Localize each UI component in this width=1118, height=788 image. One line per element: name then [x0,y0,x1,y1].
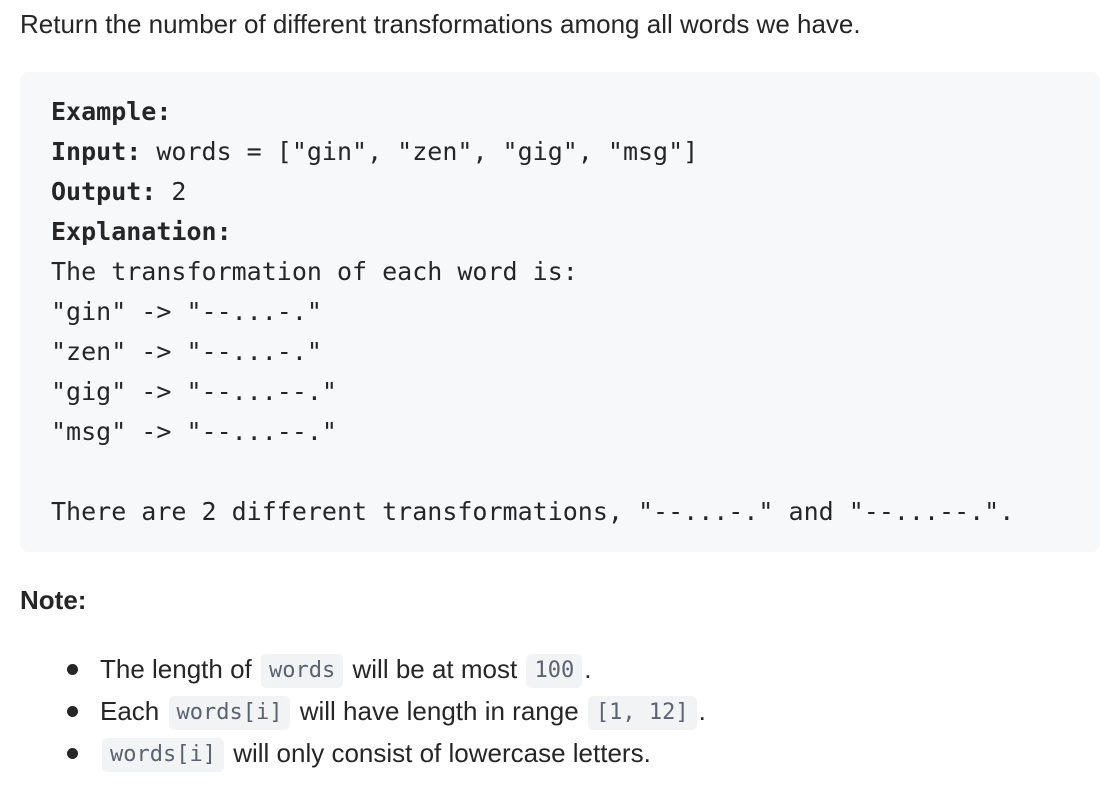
input-label: Input: [51,137,142,166]
bullet-icon [67,706,78,717]
inline-code-words-i: words[i] [168,696,291,730]
explanation-label: Explanation: [51,217,232,246]
inline-code-range: [1, 12] [587,696,697,730]
example-input-line: Input: words = ["gin", "zen", "gig", "ms… [51,132,1100,172]
note-heading: Note: [20,585,87,615]
note-item-word-range: Each words[i] will have length in range … [0,690,1100,732]
explanation-line: "gin" -> "--...-." [51,297,322,326]
explanation-conclusion: There are 2 different transformations, "… [51,497,1015,526]
example-heading: Example: [51,97,172,126]
explanation-line: "msg" -> "--...--." [51,417,337,446]
note-item-lowercase: words[i] will only consist of lowercase … [0,732,1100,774]
inline-code-100: 100 [526,654,583,688]
explanation-line: The transformation of each word is: [51,257,578,286]
note-item-words-length: The length of words will be at most 100. [0,648,1100,690]
problem-intro-text: Return the number of different transform… [20,9,861,39]
explanation-line: "gig" -> "--...--." [51,377,337,406]
output-value: 2 [156,177,187,206]
bullet-icon [67,664,78,675]
explanation-line: "zen" -> "--...-." [51,337,322,366]
note-list: The length of words will be at most 100.… [0,648,1100,774]
example-code-block: Example: Input: words = ["gin", "zen", "… [20,72,1100,552]
output-label: Output: [51,177,157,206]
example-output-line: Output: 2 [51,172,1100,212]
bullet-icon [67,748,78,759]
inline-code-words-i: words[i] [102,738,224,772]
inline-code-words: words [261,654,344,688]
input-value: words = ["gin", "zen", "gig", "msg"] [141,137,699,166]
